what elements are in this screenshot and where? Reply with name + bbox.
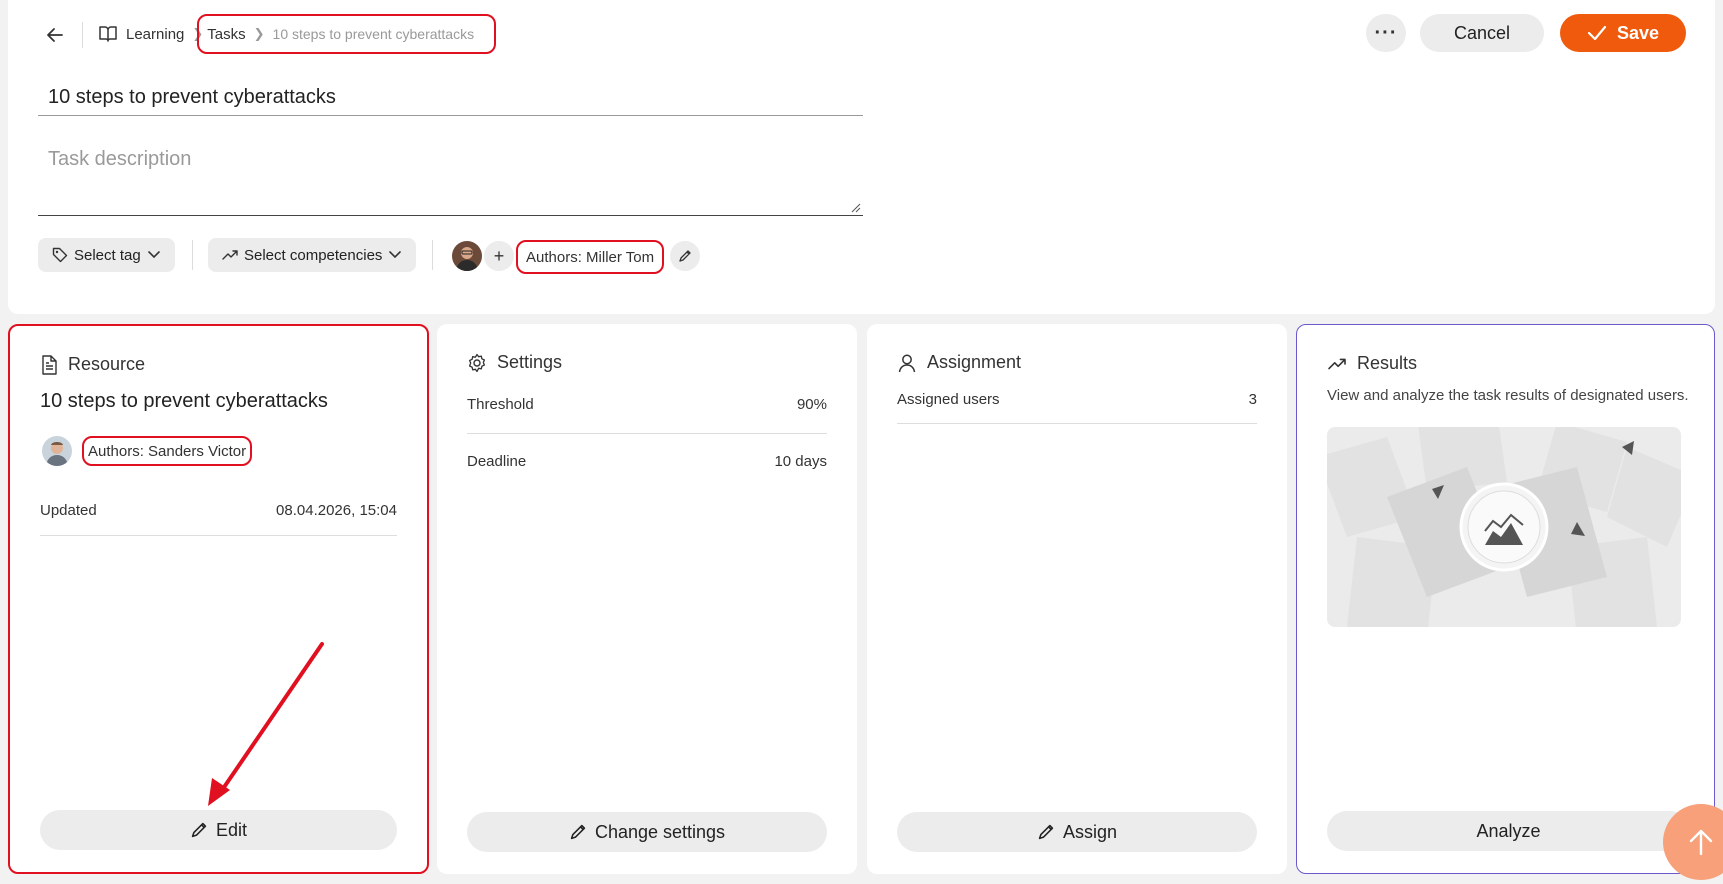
threshold-label: Threshold	[467, 396, 534, 413]
select-competencies-button[interactable]: Select competencies	[208, 238, 417, 272]
save-button[interactable]: Save	[1560, 14, 1686, 52]
chevron-down-icon	[389, 251, 402, 259]
author-avatar	[452, 241, 482, 271]
chevron-right-icon: ❯	[253, 26, 265, 41]
pencil-icon	[679, 250, 691, 262]
divider	[192, 240, 193, 270]
change-settings-label: Change settings	[594, 821, 726, 842]
check-icon	[1587, 25, 1607, 41]
assignment-heading: Assignment	[927, 352, 1022, 372]
back-button[interactable]	[40, 20, 70, 50]
header-row: Learning ❯ Tasks ❯ 10 steps to prevent c…	[8, 14, 1715, 54]
assignment-card-header: Assignment	[897, 352, 1021, 373]
results-card-header: Results	[1327, 353, 1417, 374]
threshold-value: 90%	[796, 396, 827, 413]
task-description-input[interactable]: Task description	[38, 140, 863, 216]
threshold-row: Threshold 90%	[467, 376, 827, 434]
deadline-row: Deadline 10 days	[467, 436, 827, 486]
chevron-down-icon	[147, 251, 160, 259]
user-icon	[898, 354, 916, 372]
pencil-icon	[570, 824, 586, 840]
add-author-button[interactable]: +	[484, 241, 514, 271]
document-icon	[42, 354, 57, 375]
resource-heading: Resource	[68, 354, 146, 374]
settings-card-header: Settings	[467, 352, 562, 373]
settings-heading: Settings	[497, 352, 563, 372]
assignment-card: Assignment Assigned users 3 Assign	[867, 324, 1287, 874]
settings-card: Settings Threshold 90% Deadline 10 days …	[437, 324, 857, 874]
task-header-panel: Learning ❯ Tasks ❯ 10 steps to prevent c…	[8, 0, 1715, 314]
assigned-users-label: Assigned users	[897, 391, 1000, 408]
select-tag-button[interactable]: Select tag	[38, 238, 175, 272]
resource-authors[interactable]: Authors: Sanders Victor	[82, 436, 253, 466]
results-card: Results View and analyze the task result…	[1296, 324, 1715, 874]
breadcrumb-current: 10 steps to prevent cyberattacks	[272, 26, 475, 42]
edit-button-label: Edit	[215, 819, 248, 840]
save-button-label: Save	[1616, 22, 1660, 43]
breadcrumb-learning-label: Learning	[126, 25, 185, 43]
plus-icon: +	[493, 245, 505, 266]
results-heading: Results	[1357, 353, 1418, 373]
task-description-placeholder: Task description	[48, 148, 192, 170]
resize-grip-icon[interactable]	[851, 203, 861, 213]
resource-card: Resource 10 steps to prevent cyberattack…	[8, 324, 429, 874]
arrow-up-icon	[1689, 829, 1713, 856]
pencil-icon	[191, 822, 207, 838]
breadcrumb-highlight: Tasks ❯ 10 steps to prevent cyberattacks	[197, 14, 497, 54]
analyze-button[interactable]: Analyze	[1327, 811, 1690, 851]
divider	[432, 240, 433, 270]
divider	[82, 22, 83, 48]
gear-icon	[468, 353, 486, 372]
pencil-icon	[1038, 824, 1054, 840]
arrow-left-icon	[47, 28, 63, 42]
authors-label: Authors: Miller Tom	[526, 248, 655, 266]
resource-card-header: Resource	[40, 354, 145, 375]
edit-authors-button[interactable]	[670, 241, 700, 271]
breadcrumb: Learning ❯ Tasks ❯ 10 steps to prevent c…	[98, 14, 497, 54]
more-options-button[interactable]: ···	[1366, 14, 1406, 52]
resource-author-avatar	[42, 436, 72, 466]
task-title-input[interactable]: 10 steps to prevent cyberattacks	[38, 78, 863, 116]
deadline-value: 10 days	[774, 452, 827, 470]
results-illustration	[1327, 427, 1681, 627]
tag-icon	[52, 247, 68, 263]
book-icon	[99, 26, 117, 42]
assigned-users-value: 3	[1248, 391, 1257, 408]
assign-button-label: Assign	[1062, 821, 1118, 842]
deadline-label: Deadline	[467, 452, 527, 470]
updated-label: Updated	[40, 502, 97, 519]
breadcrumb-tasks-label: Tasks	[207, 25, 246, 43]
breadcrumb-tasks[interactable]: Tasks	[203, 26, 245, 43]
change-settings-button[interactable]: Change settings	[467, 812, 827, 852]
edit-button[interactable]: Edit	[40, 810, 397, 850]
trending-up-icon	[1328, 358, 1346, 369]
authors-miller-tom[interactable]: Authors: Miller Tom	[516, 240, 665, 274]
select-tag-label: Select tag	[74, 246, 141, 264]
resource-title: 10 steps to prevent cyberattacks	[40, 390, 328, 412]
resource-authors-label: Authors: Sanders Victor	[88, 442, 247, 460]
results-description: View and analyze the task results of des…	[1327, 387, 1689, 404]
assigned-users-row: Assigned users 3	[897, 376, 1257, 424]
cancel-button[interactable]: Cancel	[1420, 14, 1544, 52]
select-competencies-label: Select competencies	[244, 246, 383, 264]
breadcrumb-learning[interactable]: Learning	[98, 25, 184, 43]
analyze-button-label: Analyze	[1476, 820, 1541, 841]
updated-value: 08.04.2026, 15:04	[276, 502, 397, 519]
updated-row: Updated 08.04.2026, 15:04	[40, 486, 397, 536]
assign-button[interactable]: Assign	[897, 812, 1257, 852]
trending-up-icon	[222, 250, 238, 260]
